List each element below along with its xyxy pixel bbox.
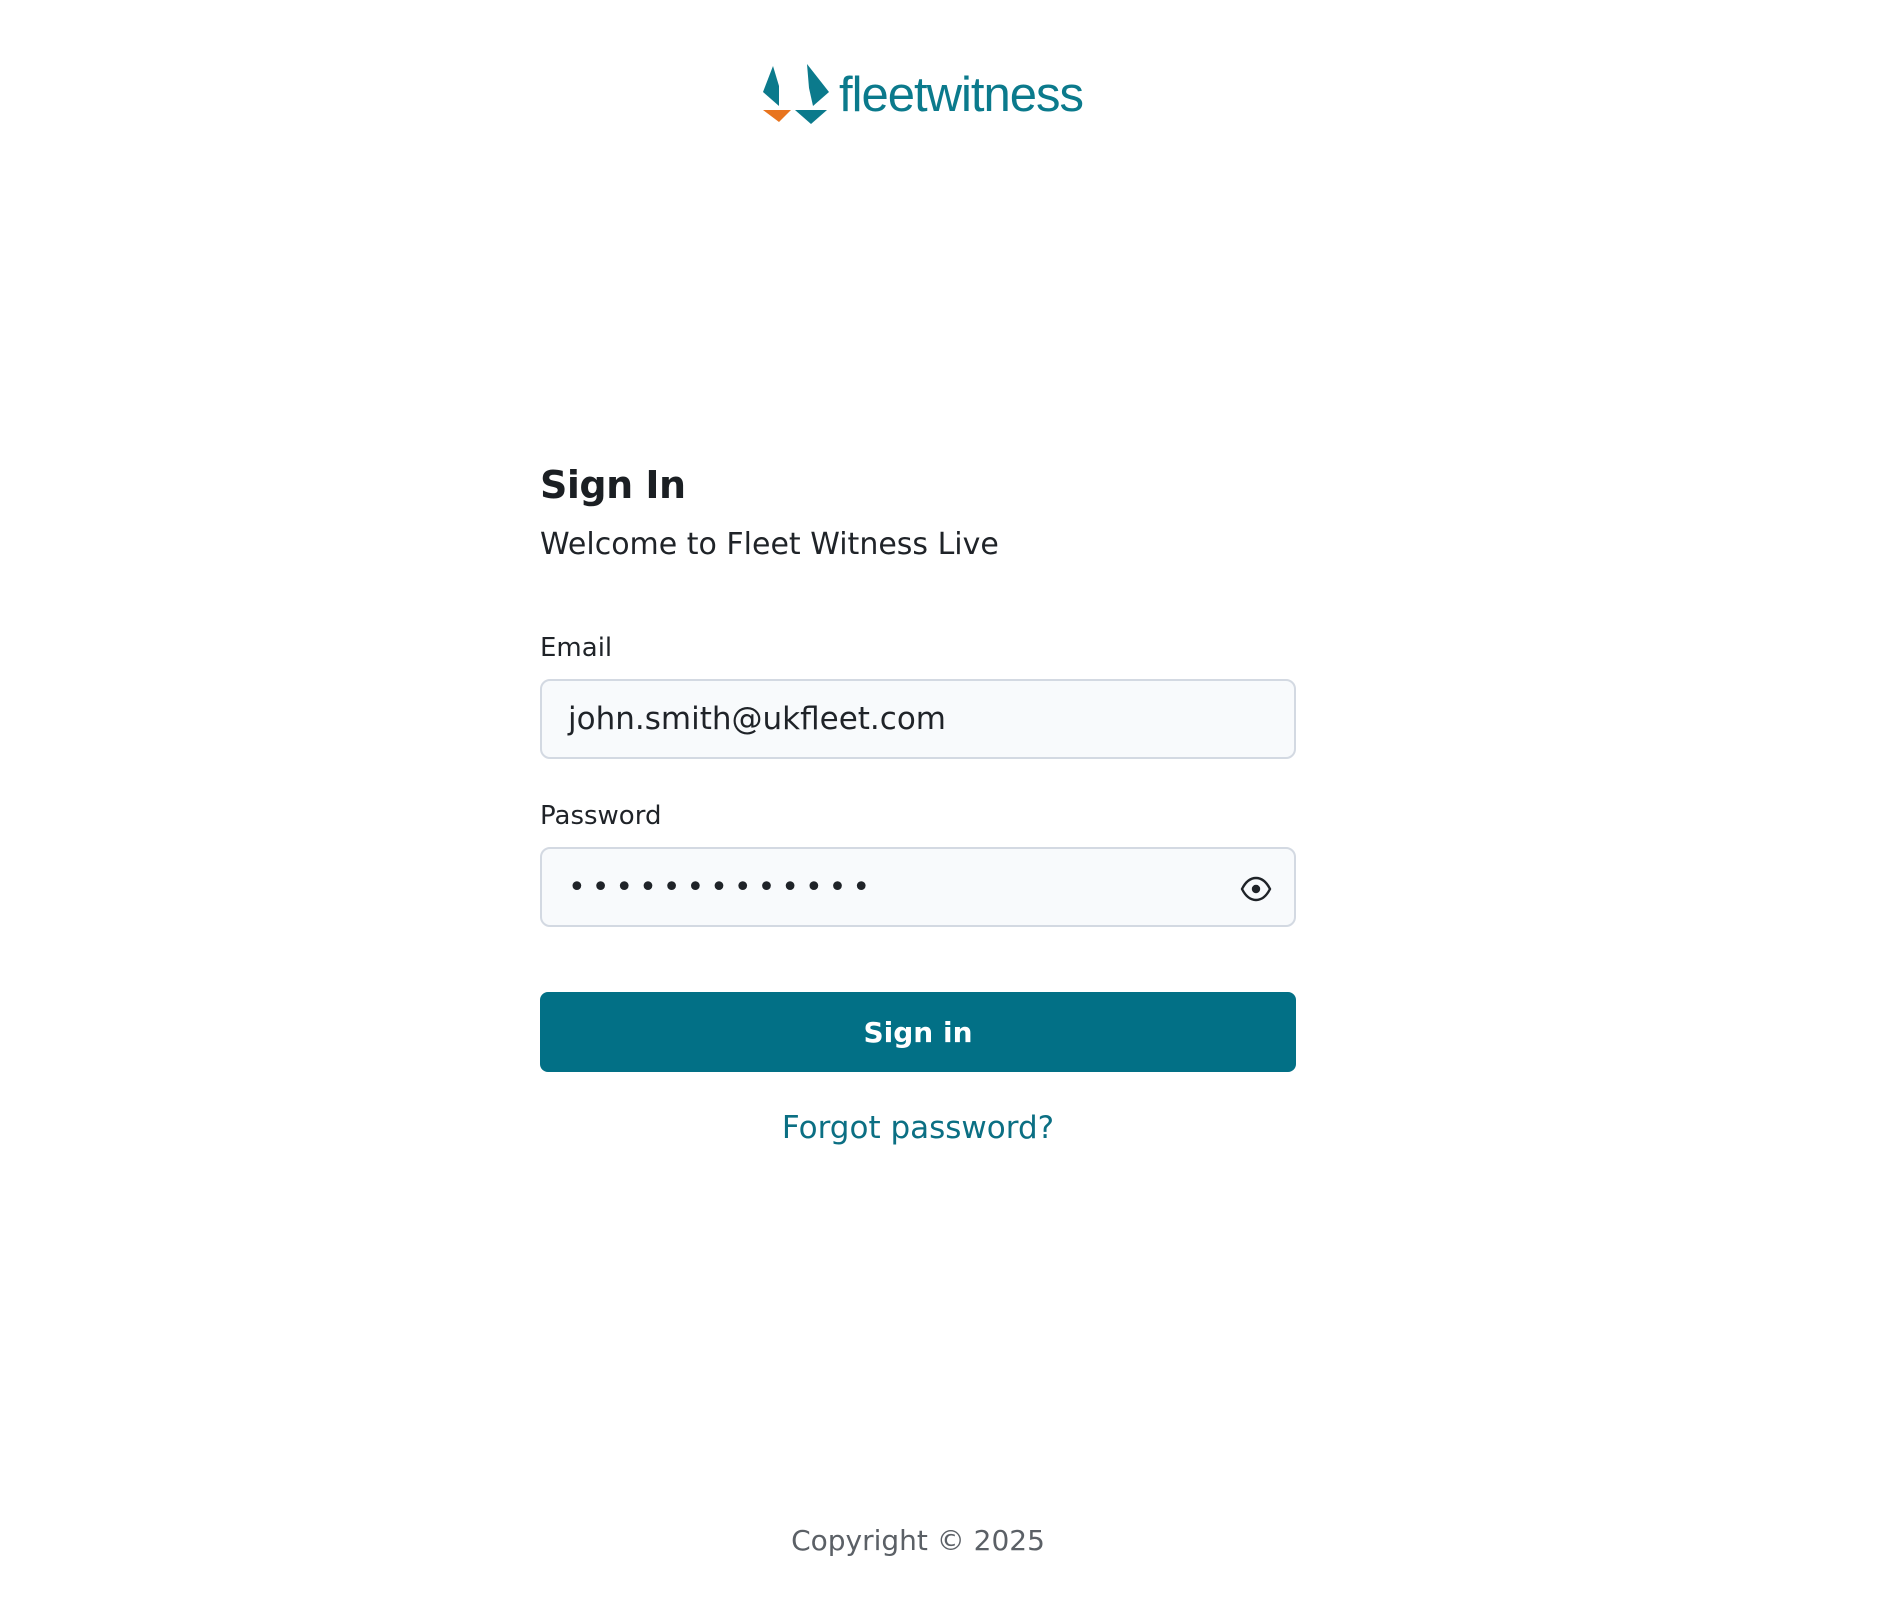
password-label: Password — [540, 801, 662, 831]
eye-icon[interactable] — [1240, 873, 1272, 905]
page-subtitle: Welcome to Fleet Witness Live — [540, 527, 999, 562]
copyright-text: Copyright © 2025 — [791, 1524, 1045, 1557]
sign-in-button[interactable]: Sign in — [540, 992, 1296, 1072]
password-field[interactable]: ••••••••••••• — [540, 847, 1296, 927]
forgot-password-link[interactable]: Forgot password? — [540, 1110, 1296, 1146]
email-label: Email — [540, 633, 613, 663]
page-title: Sign In — [540, 463, 686, 507]
brand-logo: fleetwitness — [759, 62, 1084, 128]
password-value: ••••••••••••• — [568, 869, 877, 905]
email-value: john.smith@ukfleet.com — [568, 701, 946, 737]
email-field[interactable]: john.smith@ukfleet.com — [540, 679, 1296, 759]
sign-in-form: Sign In Welcome to Fleet Witness Live Em… — [540, 455, 1296, 1146]
brand-name: fleetwitness — [839, 68, 1084, 122]
fleetwitness-logo-icon — [763, 64, 829, 124]
